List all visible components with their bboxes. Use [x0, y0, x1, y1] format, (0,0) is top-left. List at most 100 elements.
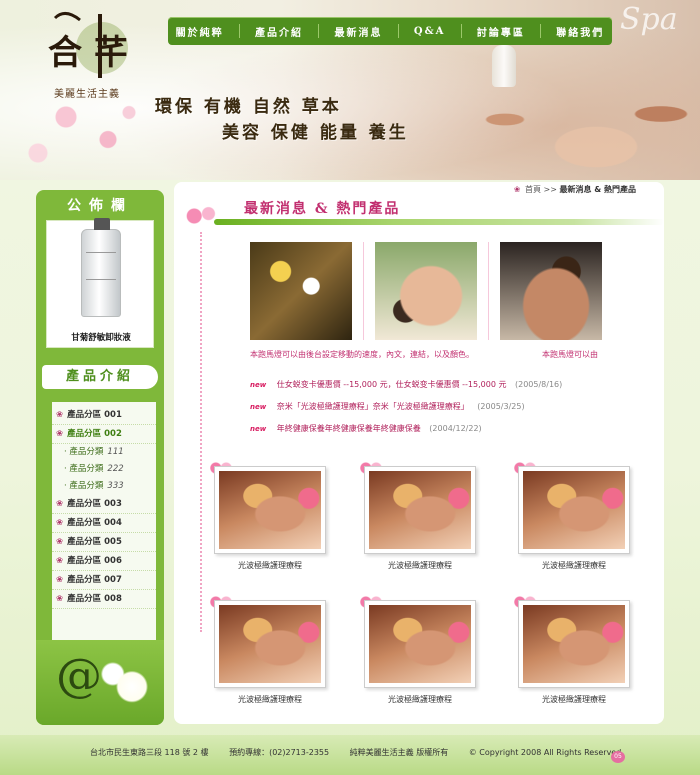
product-caption[interactable]: 光波極緻護理療程	[360, 560, 480, 571]
category-item[interactable]: ❀ 產品分區 005	[52, 533, 156, 552]
flower-bullet-icon: ❀	[56, 594, 64, 604]
news-date: (2004/12/22)	[429, 424, 482, 433]
nav-divider	[397, 24, 399, 38]
slogan-line-2: 美容 保健 能量 養生	[222, 123, 409, 143]
new-badge: new	[250, 425, 267, 433]
divider	[363, 242, 364, 340]
news-list: new 仕女蜕变卡優惠價 --15,000 元，仕女蜕变卡優惠價 --15,00…	[250, 374, 650, 440]
product-caption[interactable]: 光波極緻護理療程	[514, 560, 634, 571]
product-photo-frame[interactable]	[364, 600, 476, 688]
nav-divider	[318, 24, 320, 38]
product-card[interactable]: 光波極緻護理療程	[208, 594, 330, 716]
product-card[interactable]: 光波極緻護理療程	[358, 594, 480, 716]
category-item[interactable]: ❀ 產品分區 003	[52, 495, 156, 514]
nav-forum[interactable]: 討論專區	[477, 24, 525, 39]
product-card[interactable]: 光波極緻護理療程	[208, 460, 330, 582]
product-photo-frame[interactable]	[364, 466, 476, 554]
news-link[interactable]: 仕女蜕变卡優惠價 --15,000 元，仕女蜕变卡優惠價 --15,000 元	[277, 380, 507, 389]
breadcrumb-current: 最新消息 & 熱門產品	[559, 185, 636, 194]
feature-photo[interactable]	[375, 242, 477, 340]
flower-bullet-icon: ❀	[56, 518, 64, 528]
nav-contact[interactable]: 聯絡我們	[556, 24, 604, 39]
product-photo-frame[interactable]	[214, 600, 326, 688]
product-photo-frame[interactable]	[214, 466, 326, 554]
subcategory-item[interactable]: · 產品分類 111	[52, 444, 156, 461]
flower-bullet-icon: ❀	[56, 575, 64, 585]
category-item[interactable]: ❀ 產品分區 004	[52, 514, 156, 533]
logo-text: 合 芊	[48, 33, 128, 73]
featured-product-name[interactable]: 甘菊舒敏卸妝液	[47, 331, 155, 343]
footer-address: 台北市民生東路三段 118 號 2 樓	[90, 748, 209, 757]
flower-bullet-icon: ❀	[56, 410, 64, 420]
product-photo-frame[interactable]	[518, 466, 630, 554]
main-content: ❀ 首頁 >> 最新消息 & 熱門產品 最新消息 & 熱門產品 本跑馬燈可以由後…	[174, 182, 664, 724]
product-photo[interactable]	[523, 471, 625, 549]
product-card[interactable]: 光波極緻護理療程	[512, 460, 634, 582]
news-item: new 仕女蜕变卡優惠價 --15,000 元，仕女蜕变卡優惠價 --15,00…	[250, 374, 650, 396]
product-bottle-image[interactable]	[81, 218, 121, 317]
product-caption[interactable]: 光波極緻護理療程	[514, 694, 634, 705]
product-card[interactable]: 光波極緻護理療程	[512, 594, 634, 716]
subcategory-item[interactable]: · 產品分類 222	[52, 461, 156, 478]
bulletin-title: 公佈欄	[67, 198, 133, 214]
sidebar-flower-decoration	[36, 640, 164, 725]
divider	[488, 242, 489, 340]
breadcrumb-home[interactable]: 首頁	[525, 185, 541, 194]
nav-divider	[460, 24, 462, 38]
product-caption[interactable]: 光波極緻護理療程	[210, 694, 330, 705]
spa-watermark: Spa	[620, 2, 678, 37]
product-card[interactable]: 光波極緻護理療程	[358, 460, 480, 582]
footer-badge-icon: 05	[611, 751, 625, 763]
product-grid: 光波極緻護理療程 光波極緻護理療程 光波極緻護理療程 光波極緻護理療程 光波極緻…	[208, 460, 634, 716]
product-intro-title: 產品介紹	[42, 365, 158, 389]
marquee-caption: 本跑馬燈可以由	[542, 350, 598, 359]
marquee-caption: 本跑馬燈可以由後台設定移動的速度，內文，連結，以及顏色。	[250, 350, 474, 359]
feature-photo[interactable]	[250, 242, 352, 340]
news-link[interactable]: 年終健康保養年終健康保養年終健康保養	[277, 424, 421, 433]
category-item[interactable]: ❀ 產品分區 001	[52, 406, 156, 425]
nav-qa[interactable]: Q&A	[414, 26, 446, 37]
grass-divider	[214, 219, 664, 225]
category-item[interactable]: ❀ 產品分區 006	[52, 552, 156, 571]
product-photo[interactable]	[219, 471, 321, 549]
section-title: 最新消息 & 熱門產品	[244, 201, 401, 217]
footer-company: 純粹美麗生活主義 版權所有	[349, 748, 449, 757]
footer-phone: 預約專線：(02)2713-2355	[229, 748, 330, 757]
flower-decoration	[10, 90, 150, 180]
flower-bullet-icon: ❀	[56, 499, 64, 509]
feature-photo[interactable]	[500, 242, 602, 340]
sidebar: 公佈欄 甘菊舒敏卸妝液 產品介紹 ❀ 產品分區 001 ❀ 產品分區 002 · 產…	[36, 190, 164, 725]
product-caption[interactable]: 光波極緻護理療程	[360, 694, 480, 705]
product-photo[interactable]	[523, 605, 625, 683]
feature-marquee	[250, 242, 602, 342]
news-date: (2005/3/25)	[477, 402, 525, 411]
new-badge: new	[250, 381, 267, 389]
logo-tagline: 美麗生活主義	[54, 89, 120, 100]
news-item: new 奈米「光波極緻護理療程」奈米「光波極緻護理療程」 (2005/3/25)	[250, 396, 650, 418]
product-photo-frame[interactable]	[518, 600, 630, 688]
product-caption[interactable]: 光波極緻護理療程	[210, 560, 330, 571]
news-date: (2005/8/16)	[515, 380, 563, 389]
flower-bullet-icon: ❀	[56, 556, 64, 566]
category-item-active[interactable]: ❀ 產品分區 002	[52, 425, 156, 444]
breadcrumb-separator: >>	[543, 185, 557, 194]
product-photo[interactable]	[369, 471, 471, 549]
footer-info: 台北市民生東路三段 118 號 2 樓 預約專線：(02)2713-2355 純…	[90, 747, 624, 758]
breadcrumb: ❀ 首頁 >> 最新消息 & 熱門產品	[514, 184, 636, 195]
nav-divider	[238, 24, 240, 38]
header-banner: Spa 合 芊 美麗生活主義 關於純粹 產品介紹 最新消息 Q&A 討論專區 聯…	[0, 0, 700, 180]
product-photo[interactable]	[219, 605, 321, 683]
featured-product[interactable]: 甘菊舒敏卸妝液	[46, 218, 155, 348]
nav-news[interactable]: 最新消息	[334, 24, 382, 39]
footer-copyright: © Copyright 2008 All Rights Reserved.	[468, 748, 624, 757]
product-photo[interactable]	[369, 605, 471, 683]
nav-about[interactable]: 關於純粹	[176, 24, 224, 39]
nav-divider	[540, 24, 542, 38]
news-link[interactable]: 奈米「光波極緻護理療程」奈米「光波極緻護理療程」	[277, 402, 469, 411]
subcategory-item[interactable]: · 產品分類 333	[52, 478, 156, 495]
nav-products[interactable]: 產品介紹	[255, 24, 303, 39]
category-item[interactable]: ❀ 產品分區 008	[52, 590, 156, 609]
footer: 台北市民生東路三段 118 號 2 樓 預約專線：(02)2713-2355 純…	[0, 735, 700, 775]
home-icon: ❀	[513, 185, 521, 194]
category-item[interactable]: ❀ 產品分區 007	[52, 571, 156, 590]
